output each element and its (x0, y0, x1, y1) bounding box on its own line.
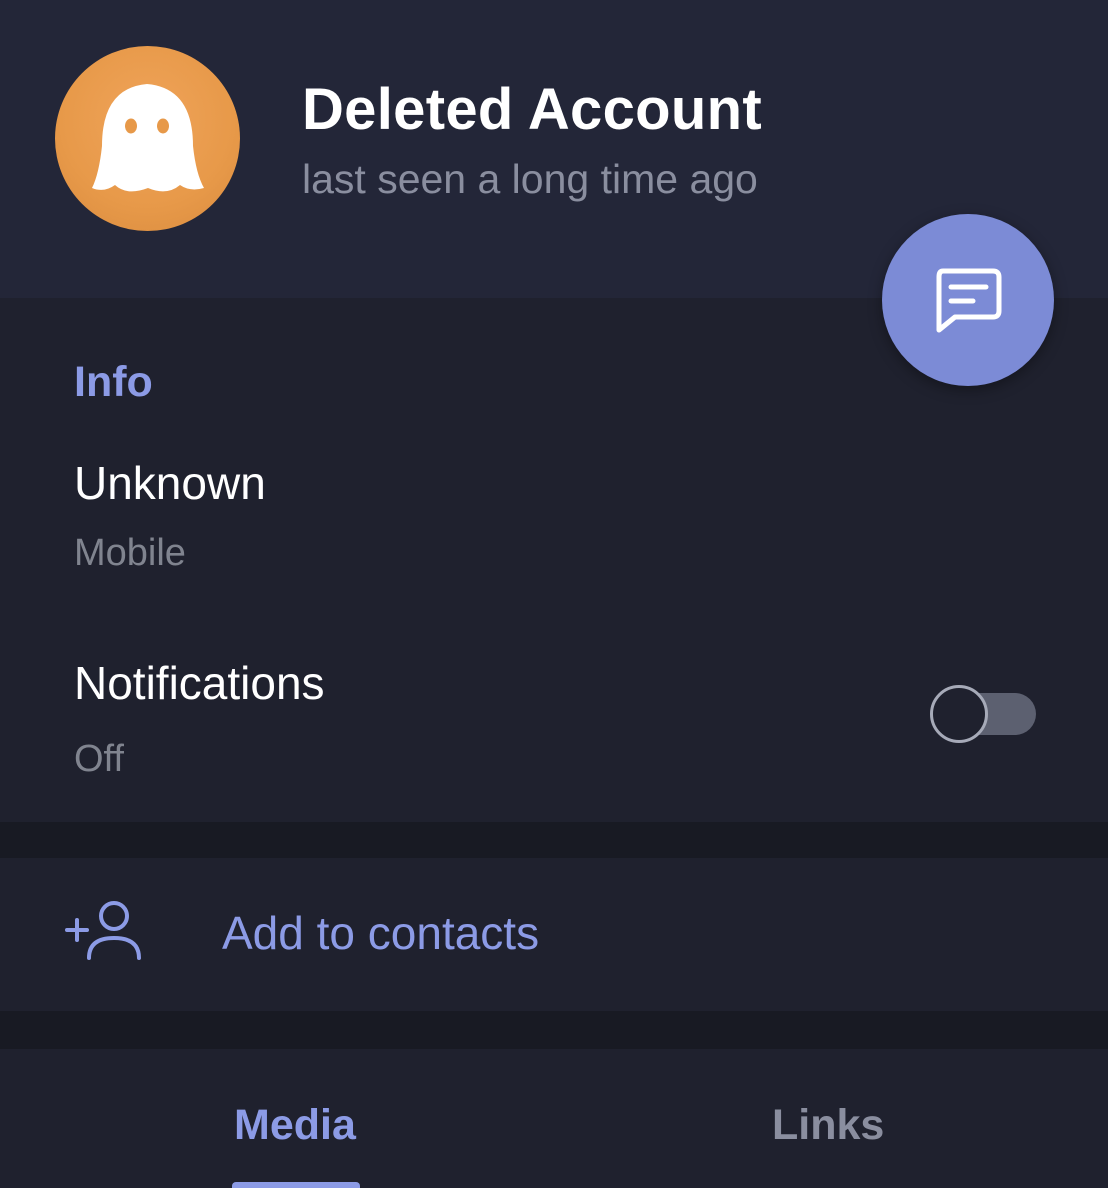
ghost-icon (92, 84, 204, 192)
info-heading: Info (74, 358, 153, 406)
active-tab-indicator (232, 1182, 360, 1188)
tab-media[interactable]: Media (180, 1049, 420, 1188)
message-button[interactable] (882, 214, 1054, 386)
notifications-status: Off (74, 738, 124, 780)
notifications-label[interactable]: Notifications (74, 656, 325, 710)
tab-links[interactable]: Links (710, 1049, 950, 1188)
avatar (55, 46, 240, 231)
add-user-icon (65, 901, 141, 960)
message-icon (936, 268, 1002, 333)
add-to-contacts-button[interactable]: Add to contacts (0, 858, 1108, 1011)
phone-label: Mobile (74, 532, 186, 574)
notifications-toggle[interactable] (930, 685, 1036, 743)
add-to-contacts-label: Add to contacts (222, 907, 540, 959)
tab-media-label: Media (234, 1101, 356, 1149)
profile-page: Deleted Account last seen a long time ag… (0, 0, 1108, 1188)
media-tabs: Media Links (0, 1049, 1108, 1188)
tab-links-label: Links (772, 1101, 885, 1149)
section-divider (0, 822, 1108, 858)
last-seen-status: last seen a long time ago (302, 156, 758, 202)
profile-name: Deleted Account (302, 77, 762, 142)
toggle-knob (930, 685, 988, 743)
phone-value[interactable]: Unknown (74, 456, 266, 510)
section-divider (0, 1011, 1108, 1049)
